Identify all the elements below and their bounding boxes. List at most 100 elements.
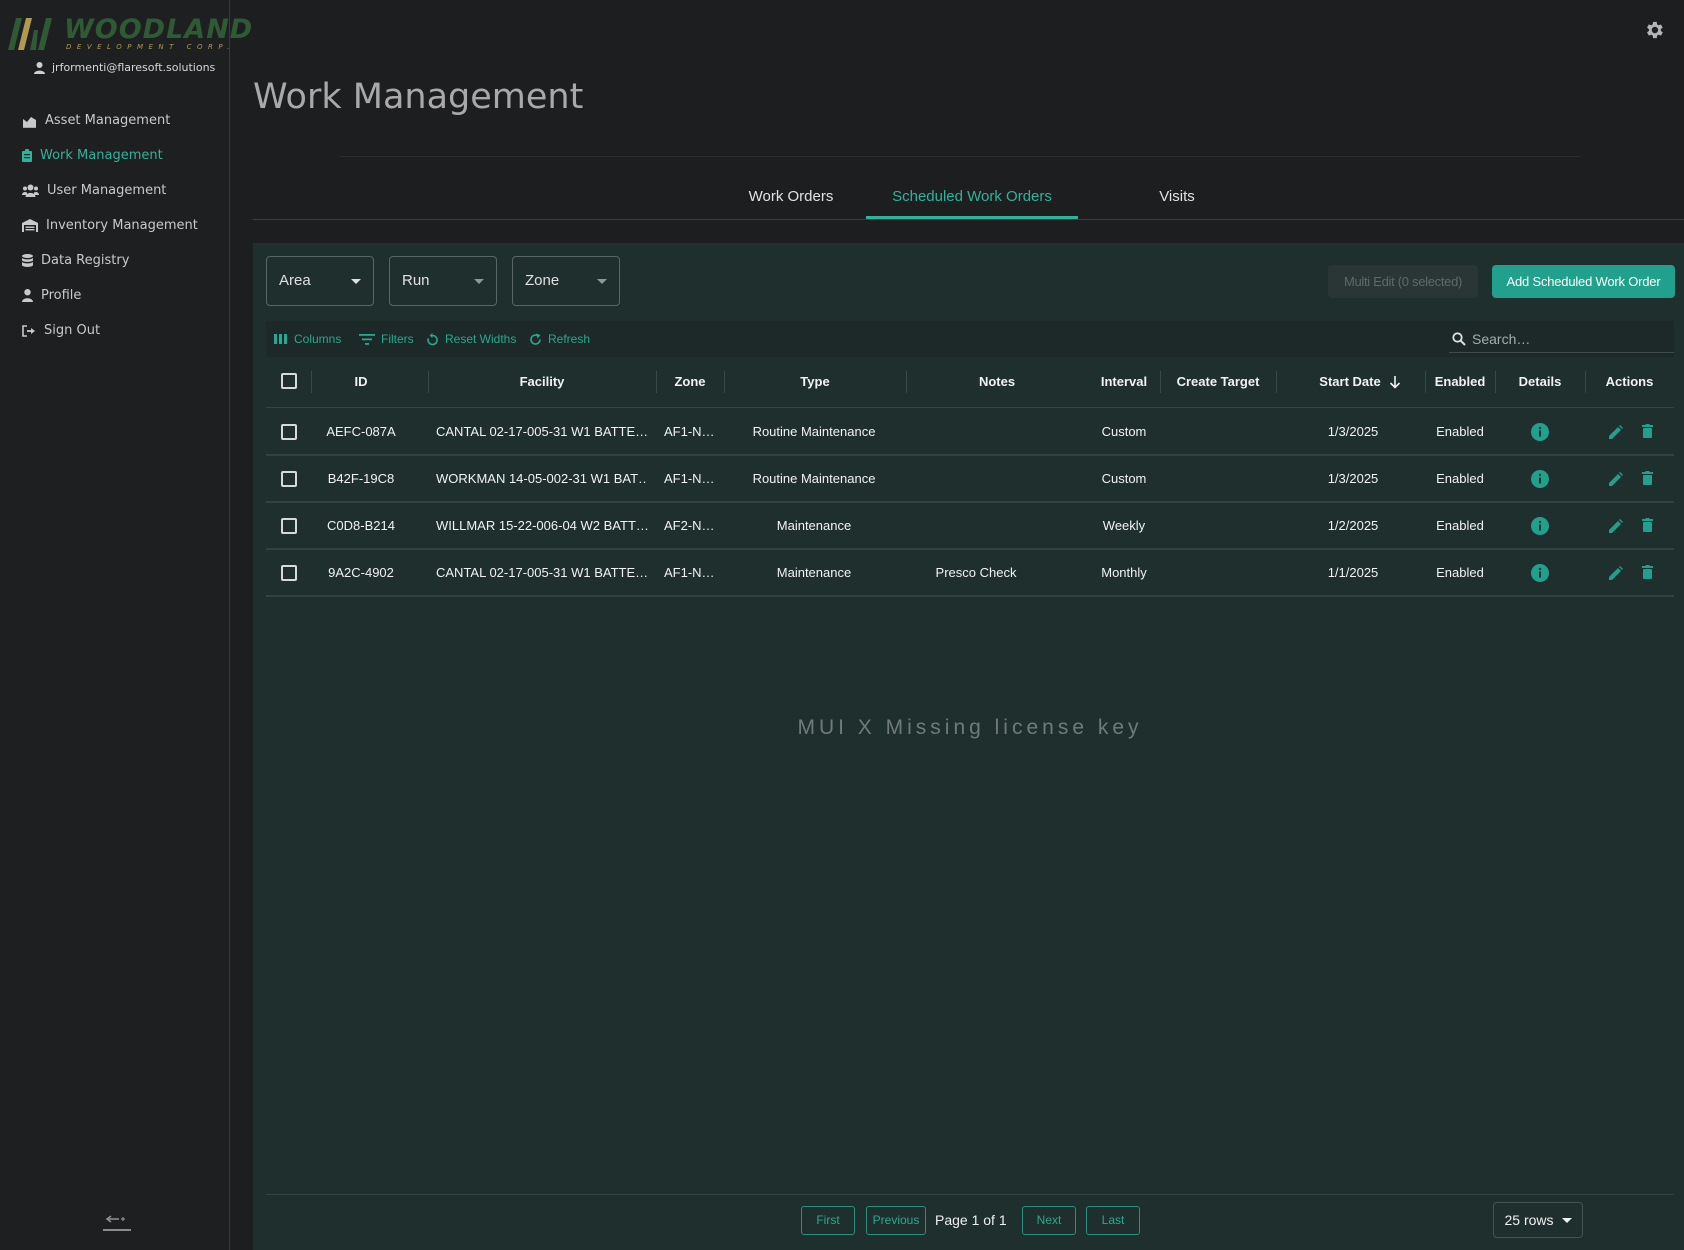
table-row[interactable]: C0D8-B214 WILLMAR 15-22-006-04 W2 BATT… … [266,503,1674,550]
sign-out-icon [22,324,35,337]
reset-widths-button[interactable]: Reset Widths [426,321,516,357]
cell-zone: AF1-N… [664,565,715,580]
cell-zone: AF2-N… [664,518,715,533]
cell-start-date: 1/3/2025 [1327,471,1379,486]
columns-button-label: Columns [294,332,342,346]
column-header-details[interactable]: Details [1495,357,1585,407]
sidebar-nav: Asset Management Work Management User Ma… [22,103,222,348]
cell-id: AEFC-087A [326,424,396,439]
info-icon[interactable] [1531,564,1549,582]
row-select-checkbox[interactable] [281,424,297,440]
search-input[interactable]: Search… [1449,325,1674,353]
add-scheduled-work-order-button[interactable]: Add Scheduled Work Order [1492,265,1675,298]
clipboard-icon [22,149,32,162]
column-header-facility[interactable]: Facility [428,357,656,407]
edit-pencil-icon[interactable] [1609,472,1623,486]
table-row[interactable]: 9A2C-4902 CANTAL 02-17-005-31 W1 BATTE… … [266,550,1674,597]
gear-icon[interactable] [1643,19,1665,41]
delete-trash-icon[interactable] [1642,518,1653,532]
zone-select[interactable]: Zone [512,256,620,306]
collapse-sidebar-icon[interactable] [101,1208,133,1232]
sidebar-item-label: Data Registry [41,253,130,268]
column-header-notes[interactable]: Notes [906,357,1088,407]
cell-enabled: Enabled [1436,424,1484,439]
columns-icon [274,334,287,344]
caret-down-icon [351,279,361,284]
column-header-type[interactable]: Type [724,357,906,407]
sidebar-item-label: Sign Out [44,323,101,338]
tab-scheduled-work-orders[interactable]: Scheduled Work Orders [866,176,1078,219]
sidebar-item-asset-management[interactable]: Asset Management [22,103,222,138]
cell-facility: CANTAL 02-17-005-31 W1 BATTE… [436,565,648,580]
column-header-actions[interactable]: Actions [1585,357,1674,407]
row-select-checkbox[interactable] [281,471,297,487]
column-header-create-target[interactable]: Create Target [1160,357,1276,407]
cell-notes [906,503,1046,548]
sidebar-item-label: Work Management [40,148,163,163]
column-header-zone[interactable]: Zone [656,357,724,407]
sidebar-item-profile[interactable]: Profile [22,278,222,313]
info-icon[interactable] [1531,517,1549,535]
user-email-line: jrformenti@flaresoft.solutions [34,61,215,74]
run-select[interactable]: Run [389,256,497,306]
column-header-interval[interactable]: Interval [1088,357,1160,407]
sidebar-item-sign-out[interactable]: Sign Out [22,313,222,348]
row-select-checkbox[interactable] [281,518,297,534]
delete-trash-icon[interactable] [1642,424,1653,438]
user-email: jrformenti@flaresoft.solutions [52,61,216,74]
cell-id: B42F-19C8 [327,471,395,486]
column-header-enabled[interactable]: Enabled [1425,357,1495,407]
cell-enabled: Enabled [1436,518,1484,533]
rows-per-page-select[interactable]: 25 rows [1493,1202,1583,1238]
sort-descending-icon[interactable] [1389,376,1401,389]
caret-down-icon [1561,1217,1572,1223]
previous-page-button[interactable]: Previous [866,1206,926,1235]
tab-work-orders[interactable]: Work Orders [711,176,871,219]
edit-pencil-icon[interactable] [1609,566,1623,580]
filters-button[interactable]: Filters [359,321,414,357]
user-icon [22,289,33,302]
table-row[interactable]: B42F-19C8 WORKMAN 14-05-002-31 W1 BAT… A… [266,456,1674,503]
sidebar: WOODLAND DEVELOPMENT CORP. jrformenti@fl… [0,0,252,1250]
column-header-start-date[interactable]: Start Date [1314,357,1386,407]
edit-pencil-icon[interactable] [1609,519,1623,533]
cell-id: 9A2C-4902 [328,565,394,580]
last-page-button[interactable]: Last [1086,1206,1140,1235]
area-select[interactable]: Area [266,256,374,306]
delete-trash-icon[interactable] [1642,471,1653,485]
info-icon[interactable] [1531,423,1549,441]
cell-create-target [1160,503,1276,548]
columns-button[interactable]: Columns [274,321,341,357]
cell-facility: WORKMAN 14-05-002-31 W1 BAT… [436,471,648,486]
cell-facility: WILLMAR 15-22-006-04 W2 BATT… [436,518,648,533]
cell-interval: Monthly [1101,565,1147,580]
refresh-button[interactable]: Refresh [529,321,590,357]
cell-enabled: Enabled [1436,471,1484,486]
warehouse-icon [22,219,38,232]
refresh-button-label: Refresh [548,332,591,346]
caret-down-icon [597,279,607,284]
edit-pencil-icon[interactable] [1609,425,1623,439]
refresh-icon [530,333,541,345]
info-icon[interactable] [1531,470,1549,488]
table-row[interactable]: AEFC-087A CANTAL 02-17-005-31 W1 BATTE… … [266,409,1674,456]
tab-visits[interactable]: Visits [1073,176,1281,219]
select-all-checkbox[interactable] [281,373,297,389]
sidebar-item-data-registry[interactable]: Data Registry [22,243,222,278]
cell-type: Routine Maintenance [752,424,876,439]
tab-bar: Work Orders Scheduled Work Orders Visits [253,176,1684,220]
sidebar-item-inventory-management[interactable]: Inventory Management [22,208,222,243]
cell-notes [906,409,1046,454]
next-page-button[interactable]: Next [1022,1206,1076,1235]
first-page-button[interactable]: First [801,1206,855,1235]
sidebar-item-user-management[interactable]: User Management [22,173,222,208]
delete-trash-icon[interactable] [1642,565,1653,579]
title-divider [340,156,1580,157]
grid-toolbar: Columns Filters Reset Widths Refresh Sea… [266,321,1674,357]
column-header-id[interactable]: ID [311,357,411,407]
multi-edit-button[interactable]: Multi Edit (0 selected) [1328,265,1478,298]
row-select-checkbox[interactable] [281,565,297,581]
page-indicator: Page 1 of 1 [935,1212,1007,1228]
sidebar-item-work-management[interactable]: Work Management [22,138,222,173]
filter-icon [359,333,375,345]
